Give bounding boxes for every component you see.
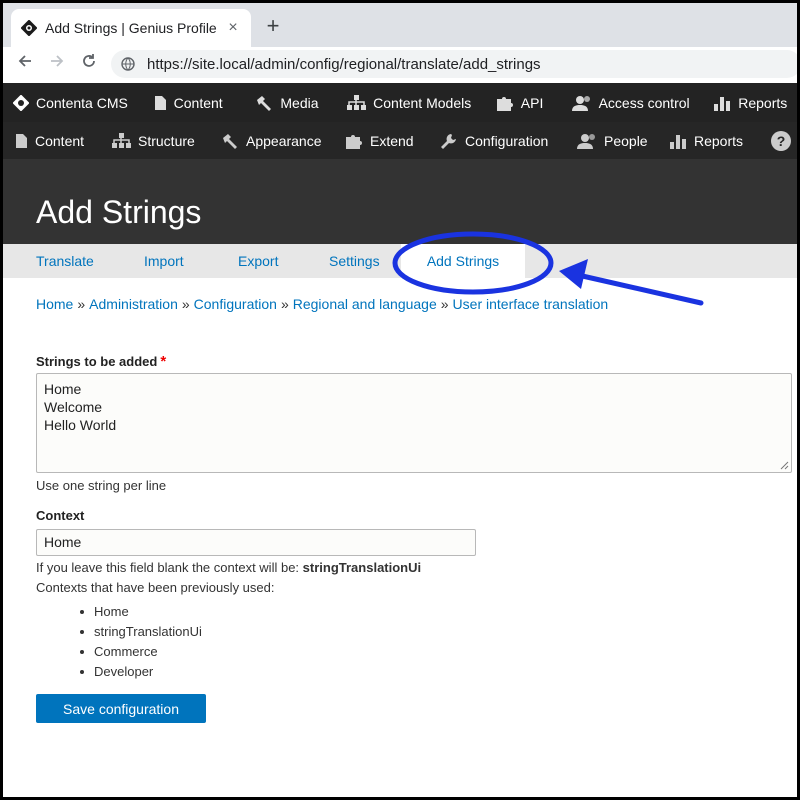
strings-label-text: Strings to be added	[36, 354, 158, 369]
site-info-icon[interactable]	[121, 57, 135, 71]
toolbar-item-label: Content	[173, 94, 223, 111]
toolbar-item-label: Reports	[738, 94, 788, 111]
close-tab-icon[interactable]: ×	[225, 19, 241, 37]
tray-item-label: Appearance	[246, 132, 322, 149]
list-item: Developer	[80, 662, 202, 682]
breadcrumb-ui-translation[interactable]: User interface translation	[453, 296, 609, 312]
drupal-favicon-icon	[21, 20, 37, 36]
breadcrumb-home[interactable]: Home	[36, 296, 73, 312]
textarea-line: Home	[44, 381, 82, 397]
strings-label: Strings to be added *	[36, 353, 166, 370]
toolbar-content[interactable]: Content	[154, 95, 256, 111]
previous-contexts-label: Contexts that have been previously used:	[36, 580, 275, 595]
bar-chart-icon	[670, 134, 686, 149]
structure-icon	[112, 132, 131, 148]
breadcrumb-regional-language[interactable]: Regional and language	[293, 296, 437, 312]
page-header: Add Strings	[3, 159, 797, 244]
forward-arrow-icon[interactable]	[41, 53, 73, 75]
toolbar-media[interactable]: Media	[255, 95, 346, 111]
help-glyph: ?	[771, 130, 791, 151]
save-configuration-button[interactable]: Save configuration	[36, 694, 206, 723]
people-icon	[577, 133, 595, 149]
breadcrumb-separator: »	[181, 296, 190, 312]
tray-structure[interactable]: Structure	[111, 132, 221, 149]
puzzle-icon	[346, 134, 362, 149]
toolbar-item-label: API	[520, 94, 544, 111]
toolbar-item-label: Access control	[598, 94, 690, 111]
list-item: Home	[80, 602, 202, 622]
tray-item-label: Configuration	[465, 132, 549, 149]
required-mark: *	[160, 353, 167, 370]
browser-tab-title: Add Strings | Genius Profile	[45, 20, 217, 36]
screenshot-frame: Add Strings | Genius Profile × + https:/…	[0, 0, 800, 800]
document-icon	[16, 133, 27, 148]
tray-appearance[interactable]: Appearance	[221, 133, 345, 149]
context-input[interactable]: Home	[36, 529, 476, 556]
toolbar-api[interactable]: API	[496, 95, 572, 111]
bar-chart-icon	[714, 96, 731, 111]
back-arrow-icon[interactable]	[9, 53, 41, 75]
resize-grip-icon[interactable]	[779, 460, 789, 470]
tray-people[interactable]: People	[577, 133, 669, 149]
previous-contexts-list: Home stringTranslationUi Commerce Develo…	[80, 602, 202, 682]
people-icon	[571, 95, 590, 111]
tray-configuration[interactable]: Configuration	[440, 133, 577, 149]
breadcrumb-separator: »	[77, 296, 86, 312]
context-help-default: stringTranslationUi	[302, 560, 422, 575]
browser-tab-strip: Add Strings | Genius Profile × +	[3, 3, 797, 47]
breadcrumb-administration[interactable]: Administration	[89, 296, 178, 312]
browser-address-bar: https://site.local/admin/config/regional…	[3, 47, 797, 81]
textarea-line: Hello World	[44, 417, 117, 433]
textarea-line: Welcome	[44, 399, 103, 415]
reload-icon[interactable]	[73, 53, 105, 75]
strings-textarea[interactable]: Home Welcome Hello World	[36, 373, 792, 473]
drupal-logo-icon	[13, 94, 29, 111]
context-help: If you leave this field blank the contex…	[36, 560, 421, 575]
strings-help: Use one string per line	[36, 478, 167, 493]
local-tasks-tabs: Translate Import Export Settings Add Str…	[3, 244, 797, 278]
brush-icon	[223, 133, 237, 149]
tab-settings[interactable]: Settings	[329, 244, 380, 278]
breadcrumb-separator: »	[280, 296, 289, 312]
breadcrumb-separator: »	[440, 296, 449, 312]
hammer-icon	[257, 95, 272, 111]
toolbar-access-control[interactable]: Access control	[571, 94, 714, 111]
help-icon[interactable]: ?	[771, 130, 791, 151]
context-label: Context	[36, 508, 85, 523]
browser-tab[interactable]: Add Strings | Genius Profile ×	[11, 9, 251, 47]
url-text: https://site.local/admin/config/regional…	[147, 55, 541, 73]
toolbar-item-label: Media	[280, 94, 319, 111]
tray-content[interactable]: Content	[15, 133, 111, 149]
page-title: Add Strings	[36, 194, 202, 230]
list-item: Commerce	[80, 642, 202, 662]
document-icon	[154, 95, 166, 110]
tray-item-label: Content	[35, 132, 85, 149]
tray-reports[interactable]: Reports	[669, 133, 771, 149]
admin-toolbar: Contenta CMS Content Media Content Model…	[3, 83, 797, 122]
breadcrumb-configuration[interactable]: Configuration	[194, 296, 277, 312]
tray-item-label: Structure	[138, 132, 195, 149]
tray-extend[interactable]: Extend	[345, 133, 440, 149]
toolbar-item-label: Contenta CMS	[36, 94, 128, 111]
tab-export[interactable]: Export	[238, 244, 278, 278]
admin-tray: Content Structure Appearance Extend Conf…	[3, 122, 797, 159]
tray-item-label: People	[604, 132, 648, 149]
toolbar-reports[interactable]: Reports	[713, 94, 797, 111]
structure-icon	[347, 94, 367, 110]
tab-add-strings[interactable]: Add Strings	[401, 244, 525, 278]
context-help-text: If you leave this field blank the contex…	[36, 560, 303, 575]
tab-translate[interactable]: Translate	[36, 244, 94, 278]
toolbar-item-label: Content Models	[373, 94, 472, 111]
url-bar[interactable]: https://site.local/admin/config/regional…	[111, 50, 797, 78]
wrench-icon	[441, 133, 456, 149]
puzzle-icon	[496, 96, 513, 111]
tray-item-label: Reports	[694, 132, 744, 149]
tray-item-label: Extend	[370, 132, 414, 149]
toolbar-content-models[interactable]: Content Models	[346, 94, 496, 111]
breadcrumb: Home» Administration» Configuration» Region…	[36, 296, 608, 312]
list-item: stringTranslationUi	[80, 622, 202, 642]
new-tab-icon[interactable]: +	[261, 15, 285, 39]
toolbar-contenta-cms[interactable]: Contenta CMS	[13, 94, 154, 111]
tab-import[interactable]: Import	[144, 244, 184, 278]
